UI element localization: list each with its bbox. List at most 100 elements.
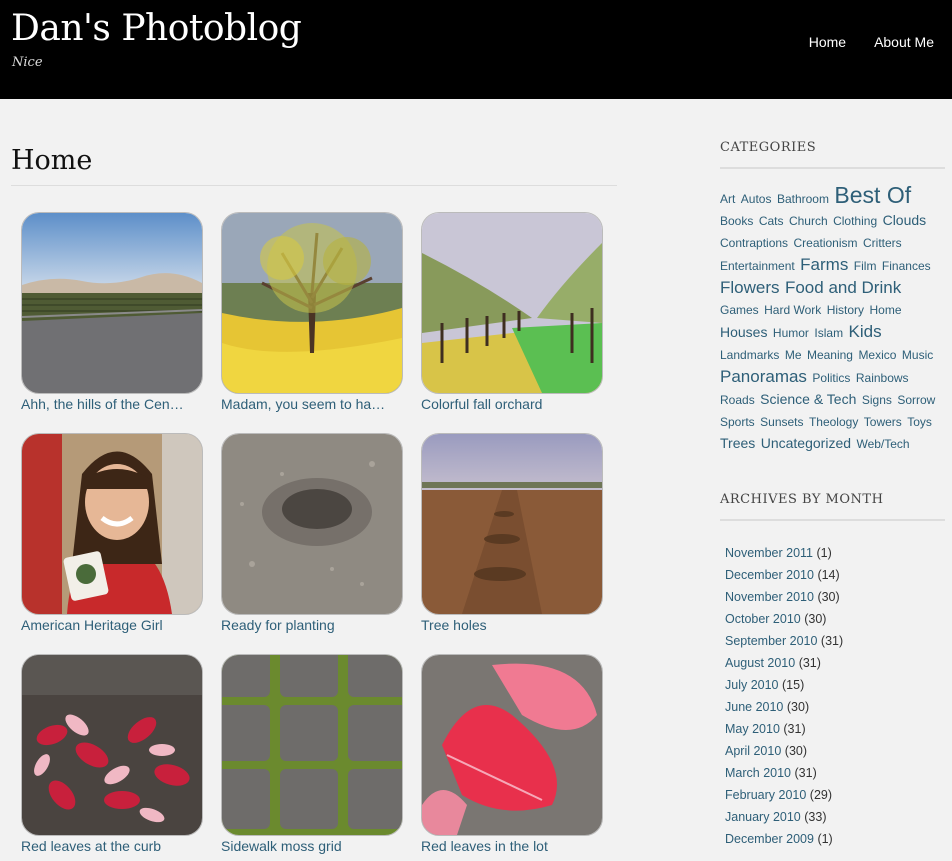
category-link[interactable]: Trees	[720, 435, 755, 451]
post-tile[interactable]: Colorful fall orchard	[421, 212, 603, 412]
archive-count: (30)	[786, 700, 810, 714]
post-tile[interactable]: Ahh, the hills of the Cen…	[21, 212, 203, 412]
category-link[interactable]: Science & Tech	[760, 391, 856, 407]
post-tile[interactable]: Ready for planting	[221, 433, 403, 633]
category-link[interactable]: Rainbows	[856, 371, 909, 385]
archives-list: November 2011 (1) December 2010 (14) Novem…	[725, 546, 945, 854]
category-link[interactable]: Landmarks	[720, 348, 779, 362]
category-link[interactable]: Hard Work	[764, 303, 821, 317]
category-link[interactable]: Music	[902, 348, 933, 362]
category-link[interactable]: Art	[720, 192, 735, 206]
girl-photo[interactable]	[21, 433, 203, 615]
archive-item: January 2010 (33)	[725, 810, 945, 832]
archive-month-link[interactable]: February 2010	[725, 788, 806, 802]
category-link[interactable]: Autos	[741, 192, 772, 206]
post-tile[interactable]: American Heritage Girl	[21, 433, 203, 633]
category-link[interactable]: Humor	[773, 326, 809, 340]
category-link[interactable]: Web/Tech	[856, 437, 909, 451]
category-link[interactable]: Clothing	[833, 214, 877, 228]
category-link[interactable]: Panoramas	[720, 367, 807, 386]
orchard-photo[interactable]	[421, 212, 603, 394]
post-title-link[interactable]: Colorful fall orchard	[421, 396, 601, 412]
yellow-tree-photo[interactable]	[221, 212, 403, 394]
category-link[interactable]: Church	[789, 214, 828, 228]
category-link[interactable]: Creationism	[794, 236, 858, 250]
archive-month-link[interactable]: October 2010	[725, 612, 801, 626]
category-link[interactable]: Bathroom	[777, 192, 829, 206]
category-link[interactable]: Farms	[800, 255, 848, 274]
category-link[interactable]: Mexico	[858, 348, 896, 362]
category-link[interactable]: Sorrow	[897, 393, 935, 407]
archive-count: (1)	[816, 546, 832, 560]
category-link[interactable]: History	[827, 303, 864, 317]
post-title-link[interactable]: American Heritage Girl	[21, 617, 201, 633]
category-link[interactable]: Politics	[812, 371, 850, 385]
post-tile[interactable]: Red leaves at the curb	[21, 654, 203, 854]
archive-count: (31)	[794, 766, 817, 780]
post-title-link[interactable]: Red leaves in the lot	[421, 838, 601, 854]
category-link[interactable]: Finances	[882, 259, 931, 273]
archive-month-link[interactable]: September 2010	[725, 634, 817, 648]
tree-holes-photo[interactable]	[421, 433, 603, 615]
site-title[interactable]: Dan's Photoblog	[11, 8, 302, 49]
category-link[interactable]: Sunsets	[760, 415, 803, 429]
category-link[interactable]: Kids	[849, 322, 882, 341]
archive-month-link[interactable]: June 2010	[725, 700, 783, 714]
post-tile[interactable]: Sidewalk moss grid	[221, 654, 403, 854]
post-title-link[interactable]: Red leaves at the curb	[21, 838, 201, 854]
post-title-link[interactable]: Madam, you seem to ha…	[221, 396, 401, 412]
category-link[interactable]: Flowers	[720, 278, 780, 297]
category-link[interactable]: Me	[785, 348, 802, 362]
archive-item: November 2010 (30)	[725, 590, 945, 612]
category-link[interactable]: Houses	[720, 324, 767, 340]
post-tile[interactable]: Tree holes	[421, 433, 603, 633]
archive-month-link[interactable]: April 2010	[725, 744, 781, 758]
archive-month-link[interactable]: December 2009	[725, 832, 814, 846]
nav-about-link[interactable]: About Me	[874, 34, 934, 50]
archive-month-link[interactable]: May 2010	[725, 722, 780, 736]
category-link[interactable]: Islam	[814, 326, 843, 340]
archive-count: (30)	[784, 744, 808, 758]
category-link[interactable]: Theology	[809, 415, 858, 429]
dirt-hole-photo[interactable]	[221, 433, 403, 615]
category-link[interactable]: Entertainment	[720, 259, 795, 273]
category-link[interactable]: Contraptions	[720, 236, 788, 250]
category-link[interactable]: Critters	[863, 236, 902, 250]
category-link[interactable]: Toys	[907, 415, 932, 429]
category-link[interactable]: Uncategorized	[761, 435, 851, 451]
post-title-link[interactable]: Ready for planting	[221, 617, 401, 633]
archive-month-link[interactable]: November 2010	[725, 590, 814, 604]
category-link[interactable]: Sports	[720, 415, 755, 429]
category-link[interactable]: Books	[720, 214, 753, 228]
category-link[interactable]: Signs	[862, 393, 892, 407]
post-title-link[interactable]: Tree holes	[421, 617, 601, 633]
moss-grid-photo[interactable]	[221, 654, 403, 836]
category-link[interactable]: Home	[870, 303, 902, 317]
archive-month-link[interactable]: August 2010	[725, 656, 795, 670]
archive-month-link[interactable]: November 2011	[725, 546, 813, 560]
category-link[interactable]: Food and Drink	[785, 278, 901, 297]
post-tile[interactable]: Madam, you seem to ha…	[221, 212, 403, 412]
category-link[interactable]: Towers	[864, 415, 902, 429]
nav-home-link[interactable]: Home	[809, 34, 846, 50]
category-link[interactable]: Meaning	[807, 348, 853, 362]
post-tile[interactable]: Red leaves in the lot	[421, 654, 603, 854]
hills-field-photo[interactable]	[21, 212, 203, 394]
archive-month-link[interactable]: March 2010	[725, 766, 791, 780]
category-link[interactable]: Best Of	[834, 182, 911, 208]
archive-item: June 2010 (30)	[725, 700, 945, 722]
archive-item: October 2010 (30)	[725, 612, 945, 634]
category-link[interactable]: Clouds	[883, 212, 927, 228]
archive-count: (33)	[804, 810, 827, 824]
category-link[interactable]: Games	[720, 303, 759, 317]
archive-month-link[interactable]: July 2010	[725, 678, 779, 692]
category-link[interactable]: Roads	[720, 393, 755, 407]
category-link[interactable]: Film	[854, 259, 877, 273]
archive-month-link[interactable]: December 2010	[725, 568, 814, 582]
post-title-link[interactable]: Ahh, the hills of the Cen…	[21, 396, 201, 412]
red-leaves-lot-photo[interactable]	[421, 654, 603, 836]
post-title-link[interactable]: Sidewalk moss grid	[221, 838, 401, 854]
red-leaves-curb-photo[interactable]	[21, 654, 203, 836]
category-link[interactable]: Cats	[759, 214, 784, 228]
archive-month-link[interactable]: January 2010	[725, 810, 801, 824]
